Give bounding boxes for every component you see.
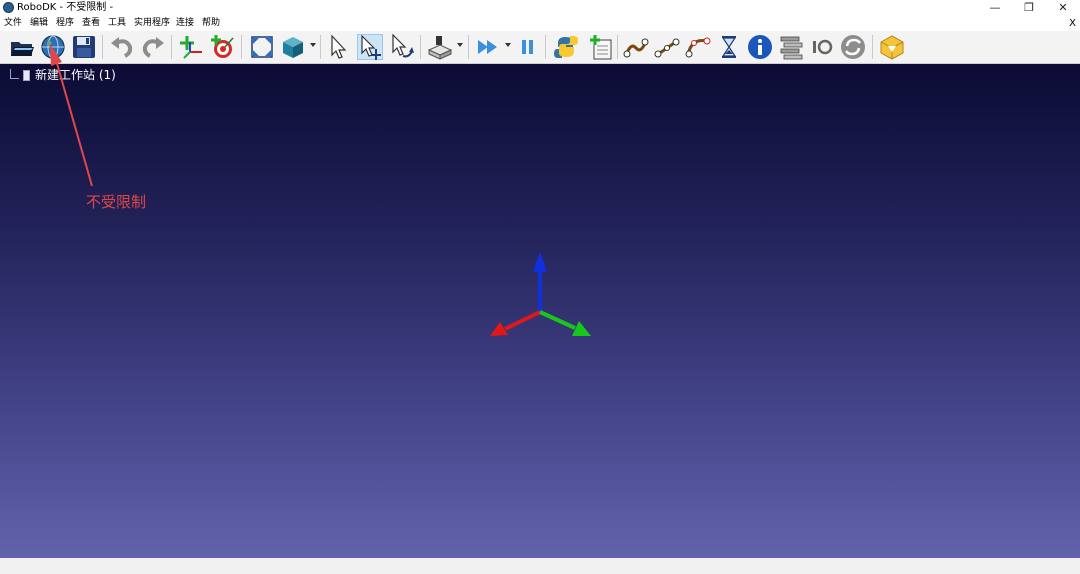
io-button[interactable] <box>809 34 835 60</box>
toolbar-separator <box>617 35 618 59</box>
tool-cad-icon <box>427 36 453 60</box>
settings-box-button[interactable] <box>879 34 905 60</box>
pause-icon <box>522 40 533 54</box>
station-tree-item[interactable]: 新建工作站 (1) <box>35 68 116 82</box>
select-move-icon <box>361 35 381 60</box>
run-program-button[interactable] <box>475 34 501 60</box>
save-button[interactable] <box>71 34 97 60</box>
window-title: RoboDK - 不受限制 - <box>17 2 114 13</box>
move-linear-button[interactable] <box>654 34 680 60</box>
toolbar-separator <box>320 35 321 59</box>
io-icon <box>813 39 833 55</box>
move-circular-icon <box>685 37 711 58</box>
toolbar-separator <box>872 35 873 59</box>
toolbar-separator <box>171 35 172 59</box>
open-icon <box>11 42 34 56</box>
add-program-icon <box>590 35 612 60</box>
move-linear-icon <box>654 38 680 58</box>
restore-button[interactable]: ❐ <box>1012 0 1046 16</box>
toolbar-separator <box>102 35 103 59</box>
menu-edit[interactable]: 编辑 <box>30 17 48 30</box>
move-joint-button[interactable] <box>623 34 649 60</box>
tool-cad-button[interactable] <box>427 34 453 60</box>
chevron-down-icon[interactable] <box>505 42 511 48</box>
add-target-icon <box>211 35 234 58</box>
add-reference-frame-icon <box>180 36 202 59</box>
select-button[interactable] <box>326 34 352 60</box>
python-program-button[interactable] <box>553 34 579 60</box>
undo-icon <box>111 37 133 58</box>
online-library-button[interactable] <box>40 34 66 60</box>
toolbar-separator <box>420 35 421 59</box>
pause-wait-button[interactable] <box>716 34 742 60</box>
set-speed-button[interactable] <box>778 34 804 60</box>
move-joint-icon <box>623 38 649 58</box>
fit-all-icon <box>251 36 273 58</box>
open-button[interactable] <box>9 34 35 60</box>
pause-wait-icon <box>721 36 737 58</box>
redo-button[interactable] <box>140 34 166 60</box>
undo-button[interactable] <box>109 34 135 60</box>
fit-all-button[interactable] <box>249 34 275 60</box>
station-icon <box>23 70 30 81</box>
move-circular-button[interactable] <box>685 34 711 60</box>
chevron-down-icon[interactable] <box>457 42 463 48</box>
chevron-down-icon[interactable] <box>310 42 316 48</box>
redo-icon <box>142 37 164 58</box>
toolbar-separator <box>468 35 469 59</box>
pause-button[interactable] <box>515 34 541 60</box>
info-button[interactable] <box>747 34 773 60</box>
title-bar: RoboDK - 不受限制 - — ❐ ✕ <box>0 0 1080 16</box>
add-program-button[interactable] <box>588 34 614 60</box>
menu-tools[interactable]: 工具 <box>108 17 126 30</box>
settings-box-icon <box>880 35 904 60</box>
run-program-icon <box>478 40 497 54</box>
info-icon <box>748 35 772 59</box>
add-reference-frame-button[interactable] <box>178 34 204 60</box>
view-cube-icon <box>283 37 303 58</box>
add-target-button[interactable] <box>209 34 235 60</box>
menu-utilities[interactable]: 实用程序 <box>134 17 170 30</box>
select-rotate-icon <box>392 34 414 58</box>
status-bar <box>0 558 1080 574</box>
view-cube-button[interactable] <box>280 34 306 60</box>
save-icon <box>73 36 95 58</box>
menu-help[interactable]: 帮助 <box>202 17 220 30</box>
robodk-app-icon <box>3 2 14 13</box>
menu-bar: 文件 编辑 程序 查看 工具 实用程序 连接 帮助 X <box>0 16 1080 31</box>
toolbar-separator <box>241 35 242 59</box>
menu-connect[interactable]: 连接 <box>176 17 194 30</box>
globe-library-icon <box>41 35 65 59</box>
minimize-button[interactable]: — <box>978 0 1012 16</box>
select-move-button[interactable] <box>357 34 383 60</box>
toolbar <box>0 31 1080 64</box>
3d-viewport[interactable] <box>0 64 1080 558</box>
menu-view[interactable]: 查看 <box>82 17 100 30</box>
close-window-button[interactable]: ✕ <box>1046 0 1080 16</box>
annotation-label: 不受限制 <box>86 193 147 211</box>
set-speed-icon <box>780 36 803 60</box>
reload-icon <box>841 35 865 59</box>
python-program-icon <box>554 36 578 58</box>
close-station-button[interactable]: X <box>1069 16 1076 31</box>
reload-button[interactable] <box>840 34 866 60</box>
toolbar-separator <box>545 35 546 59</box>
select-icon <box>331 34 347 59</box>
tree-branch-line <box>10 69 19 79</box>
menu-file[interactable]: 文件 <box>4 17 22 30</box>
menu-program[interactable]: 程序 <box>56 17 74 30</box>
select-rotate-button[interactable] <box>389 34 415 60</box>
